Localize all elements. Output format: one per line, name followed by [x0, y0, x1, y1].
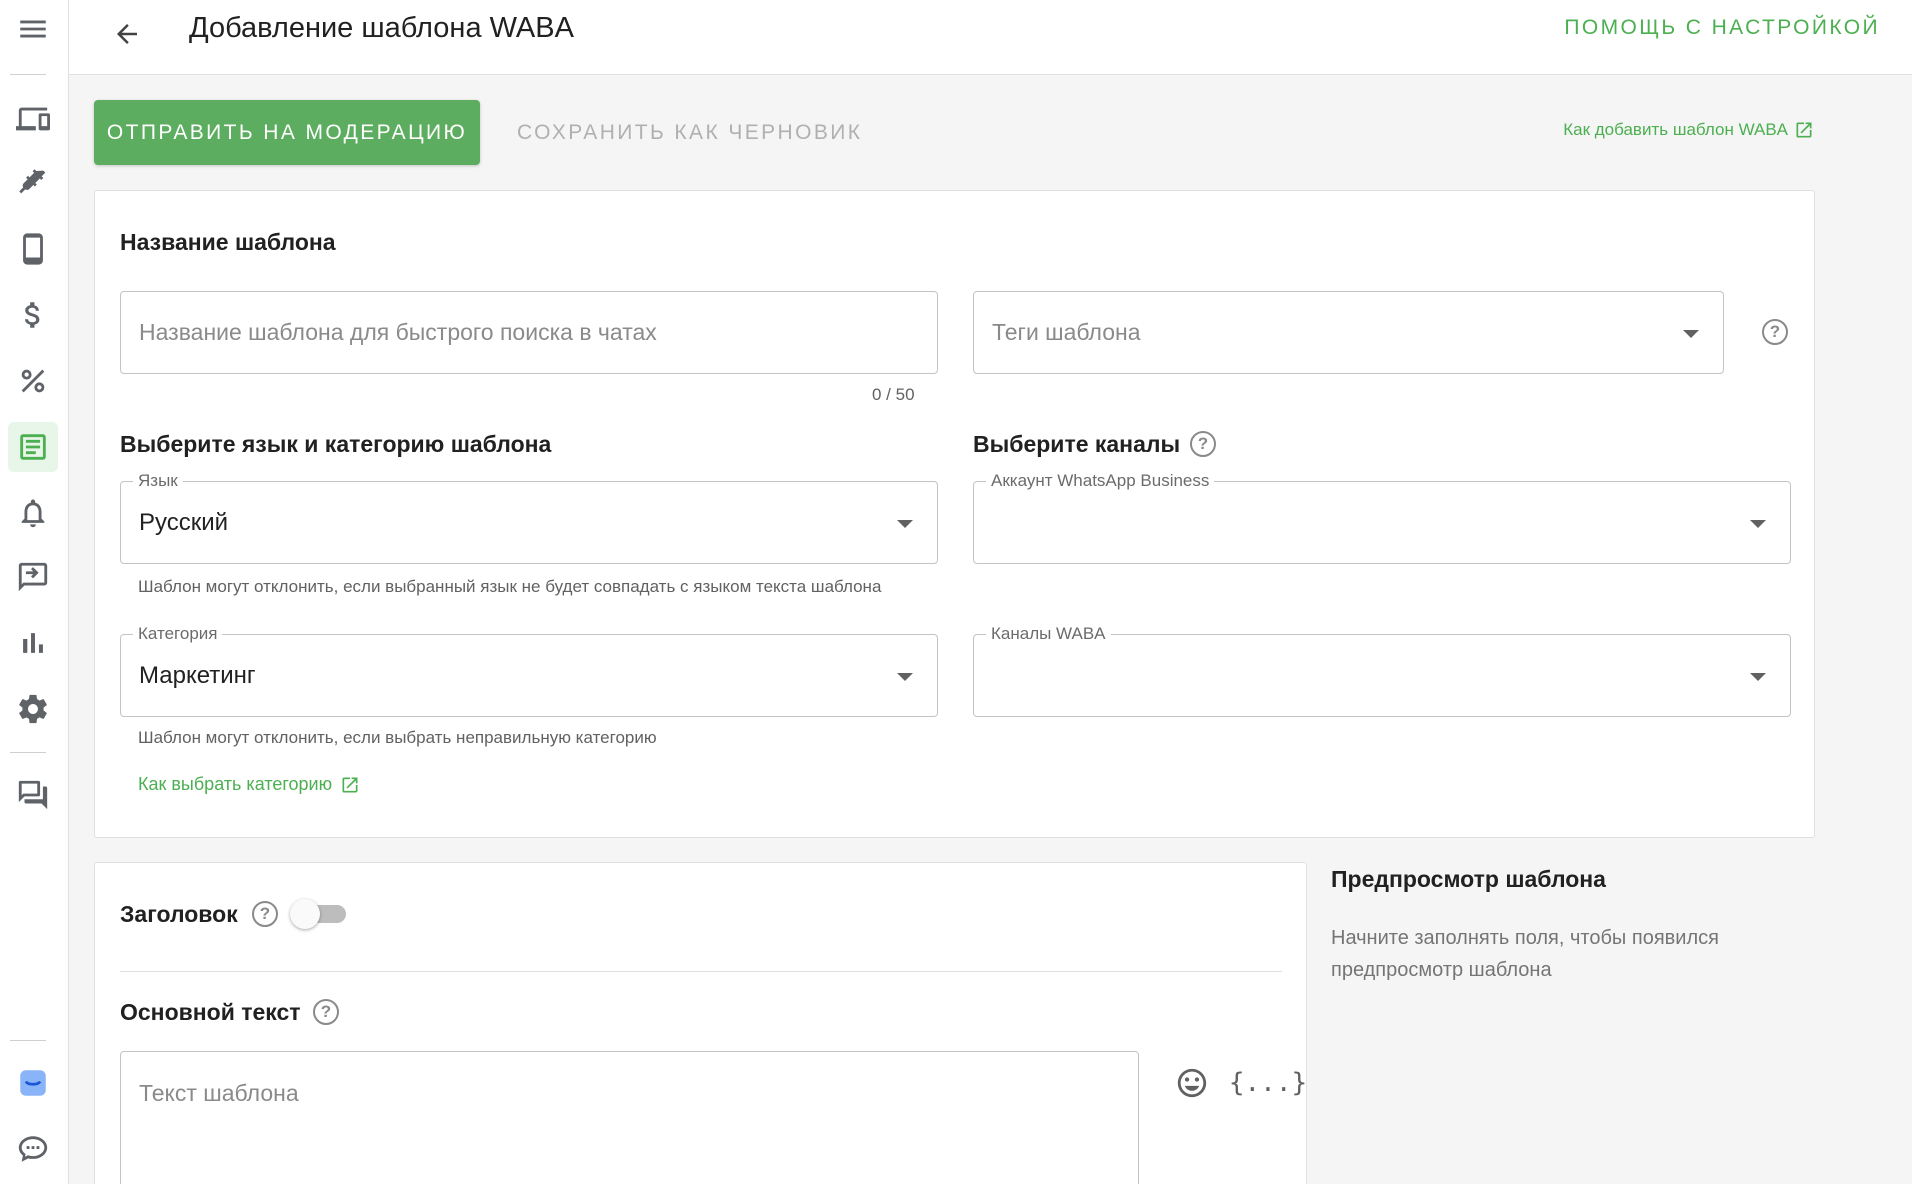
help-circle-icon[interactable]: ?	[1190, 431, 1216, 457]
plug-icon[interactable]	[8, 158, 58, 208]
category-hint: Шаблон могут отклонить, если выбрать неп…	[138, 728, 657, 747]
name-char-counter: 0 / 50	[872, 385, 915, 404]
chevron-down-icon	[1750, 672, 1766, 681]
category-select[interactable]: Категория Маркетинг	[120, 624, 938, 717]
submit-moderation-button[interactable]: ОТПРАВИТЬ НА МОДЕРАЦИЮ	[94, 100, 480, 165]
choose-category-label: Как выбрать категорию	[138, 774, 333, 794]
template-icon[interactable]	[8, 422, 58, 472]
setup-help-link[interactable]: ПОМОЩЬ С НАСТРОЙКОЙ	[1564, 12, 1880, 44]
back-arrow-icon[interactable]	[103, 10, 151, 58]
choose-category-link[interactable]: Как выбрать категорию	[138, 774, 360, 795]
template-name-heading: Название шаблона	[120, 229, 336, 255]
preview-empty-text: Начните заполнять поля, чтобы появился п…	[1331, 927, 1719, 981]
template-text-placeholder: Текст шаблона	[139, 1080, 299, 1106]
phone-icon[interactable]	[8, 224, 58, 274]
external-link-icon	[342, 777, 358, 792]
menu-icon[interactable]	[8, 4, 58, 54]
template-tags-placeholder: Теги шаблона	[992, 319, 1141, 345]
emoji-icon[interactable]	[1172, 1063, 1212, 1103]
external-link-icon	[1796, 122, 1812, 138]
message-forward-icon[interactable]	[8, 552, 58, 602]
section-divider	[120, 971, 1282, 972]
template-text-area[interactable]: Текст шаблона	[120, 1051, 1139, 1184]
language-value: Русский	[139, 508, 229, 536]
sidebar	[0, 0, 69, 1184]
waba-channels-select[interactable]: Каналы WABA	[973, 624, 1791, 717]
top-bar: Добавление шаблона WABA ПОМОЩЬ С НАСТРОЙ…	[69, 0, 1912, 75]
language-hint: Шаблон могут отклонить, если выбранный я…	[138, 577, 882, 596]
gear-icon[interactable]	[8, 684, 58, 734]
template-name-placeholder: Название шаблона для быстрого поиска в ч…	[139, 319, 657, 345]
preview-title: Предпросмотр шаблона	[1331, 866, 1606, 892]
bar-chart-icon[interactable]	[8, 618, 58, 668]
category-value: Маркетинг	[139, 661, 256, 689]
language-category-heading: Выберите язык и категорию шаблона	[120, 431, 552, 457]
help-circle-icon[interactable]: ?	[252, 901, 278, 927]
sidebar-divider	[10, 74, 46, 75]
help-circle-icon[interactable]: ?	[313, 999, 339, 1025]
forum-icon[interactable]	[8, 770, 58, 820]
toggle-thumb	[290, 899, 320, 929]
help-circle-icon[interactable]: ?	[1762, 319, 1788, 345]
chevron-down-icon	[897, 519, 913, 528]
chevron-down-icon	[1683, 329, 1699, 338]
header-toggle[interactable]	[290, 899, 348, 929]
whatsapp-account-select[interactable]: Аккаунт WhatsApp Business	[973, 471, 1791, 564]
chevron-down-icon	[1750, 519, 1766, 528]
template-tags-select[interactable]: Теги шаблона	[973, 291, 1724, 374]
header-section-label: Заголовок	[120, 901, 238, 927]
sidebar-divider	[10, 752, 46, 753]
language-select[interactable]: Язык Русский	[120, 471, 938, 564]
page-title: Добавление шаблона WABA	[189, 12, 574, 44]
dollar-icon[interactable]	[8, 290, 58, 340]
sidebar-divider	[10, 1040, 46, 1041]
body-text-label: Основной текст	[120, 999, 301, 1025]
chevron-down-icon	[897, 672, 913, 681]
template-name-input[interactable]: Название шаблона для быстрого поиска в ч…	[120, 291, 938, 374]
bell-icon[interactable]	[8, 488, 58, 538]
save-draft-button[interactable]: СОХРАНИТЬ КАК ЧЕРНОВИК	[500, 100, 879, 165]
percent-icon[interactable]	[8, 356, 58, 406]
how-to-add-template-label: Как добавить шаблон WABA	[1563, 120, 1788, 139]
channels-heading: Выберите каналы	[973, 431, 1181, 457]
devices-icon[interactable]	[8, 94, 58, 144]
brand-logo-icon[interactable]	[8, 1058, 58, 1108]
template-settings-card: Название шаблона Название шаблона для бы…	[94, 190, 1815, 838]
chat-bubble-icon[interactable]	[8, 1124, 58, 1174]
waba-channels-label: Каналы WABA	[986, 624, 1111, 644]
template-content-card: Заголовок ? Основной текст ? Текст шабло…	[94, 862, 1307, 1184]
how-to-add-template-link[interactable]: Как добавить шаблон WABA	[1563, 120, 1814, 140]
variable-icon[interactable]: {...}	[1229, 1063, 1307, 1103]
whatsapp-account-label: Аккаунт WhatsApp Business	[986, 471, 1215, 491]
